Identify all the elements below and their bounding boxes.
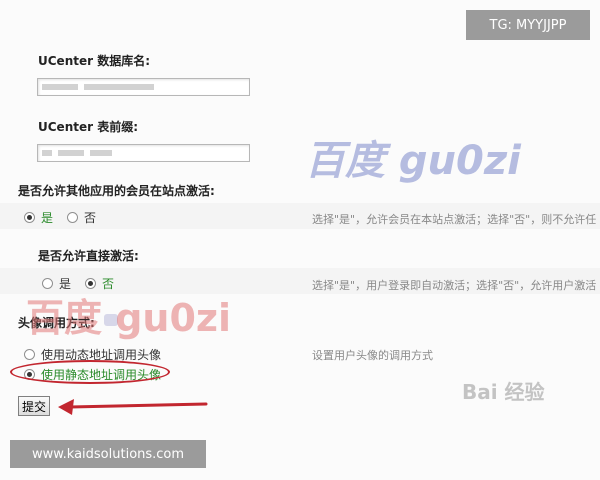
radio-dynamic[interactable]: [24, 349, 35, 360]
avatar-mode-label: 头像调用方式:: [18, 316, 95, 330]
arrow-left-icon: [58, 399, 208, 415]
annotation-ellipse: [10, 360, 170, 384]
allow-direct-activate-radios: 是 否: [42, 275, 128, 292]
allow-activate-other-radios: 是 否: [24, 209, 110, 226]
ucenter-db-label: UCenter 数据库名:: [38, 54, 151, 68]
allow-activate-other-label: 是否允许其他应用的会员在站点激活:: [18, 184, 215, 198]
allow-direct-activate-desc: 选择"是"，用户登录即自动激活；选择"否"，允许用户激活: [312, 279, 597, 292]
blurred-text: [58, 150, 84, 156]
avatar-mode-desc: 设置用户头像的调用方式: [312, 349, 433, 362]
bottom-tag: www.kaidsolutions.com: [10, 440, 206, 468]
ucenter-prefix-label: UCenter 表前缀:: [38, 120, 139, 134]
radio-no[interactable]: [67, 212, 79, 223]
help-icon[interactable]: [104, 314, 118, 326]
radio-yes-label: 是: [41, 211, 54, 225]
top-tag: TG: MYYJJPP: [466, 10, 590, 40]
radio-yes[interactable]: [42, 278, 53, 289]
radio-yes[interactable]: [24, 212, 35, 223]
blurred-text: [84, 84, 154, 90]
ucenter-prefix-input[interactable]: [37, 144, 250, 162]
ucenter-db-input[interactable]: [37, 78, 250, 96]
radio-no-label: 否: [102, 277, 115, 291]
blurred-text: [42, 150, 52, 156]
allow-direct-activate-label: 是否允许直接激活:: [38, 249, 139, 263]
watermark-blue: 百度 gu0zi: [305, 138, 521, 184]
blurred-text: [90, 150, 112, 156]
radio-no[interactable]: [85, 278, 97, 289]
blurred-text: [42, 84, 78, 90]
watermark-baidu: Bai 经验: [462, 380, 545, 404]
radio-no-label: 否: [84, 211, 97, 225]
settings-page: UCenter 数据库名: UCenter 表前缀: 是否允许其他应用的会员在站…: [0, 0, 600, 480]
submit-button[interactable]: 提交: [18, 396, 50, 416]
allow-activate-other-desc: 选择"是"，允许会员在本站点激活；选择"否"，则不允许任: [312, 213, 597, 226]
radio-yes-label: 是: [59, 277, 72, 291]
